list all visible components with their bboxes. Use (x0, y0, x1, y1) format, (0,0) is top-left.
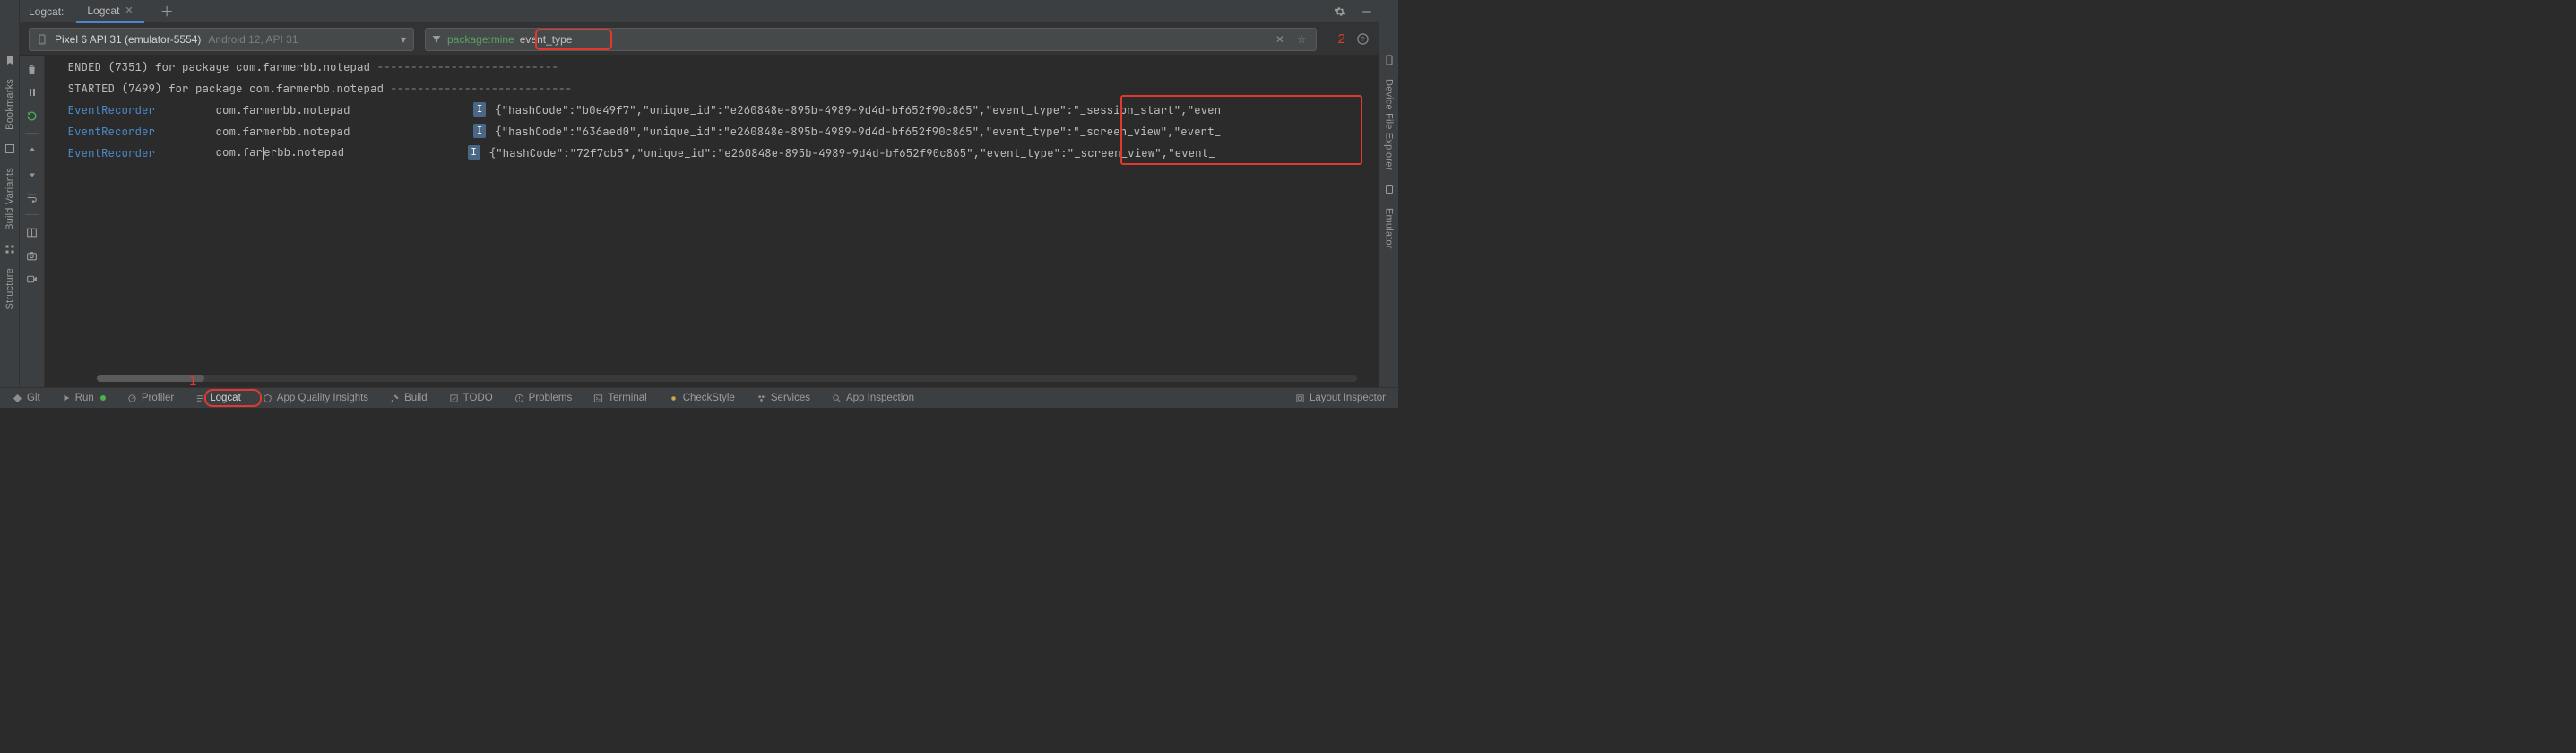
device-name: Pixel 6 API 31 (emulator-5554) (55, 33, 201, 46)
log-json: {"hashCode":"636aed0","unique_id":"e2608… (495, 124, 1221, 139)
tool-git[interactable]: Git (9, 391, 44, 405)
todo-icon (449, 394, 459, 403)
logcat-filter-input[interactable]: package:mine event_type ✕ ☆ (425, 28, 1317, 51)
bottom-tool-bar: Git Run Profiler Logcat App Quality Insi… (0, 387, 1398, 408)
tool-app-inspection[interactable]: App Inspection (828, 391, 918, 405)
rail-structure[interactable]: Structure (4, 268, 15, 309)
tool-terminal[interactable]: Terminal (590, 391, 650, 405)
tool-profiler[interactable]: Profiler (124, 391, 177, 405)
favorite-filter-icon[interactable]: ☆ (1293, 33, 1310, 46)
logcat-tab-strip: Logcat: Logcat ✕ ＋ (20, 0, 1379, 23)
right-tool-rail: Device File Explorer Emulator (1379, 0, 1398, 387)
rail-bookmarks[interactable]: Bookmarks (4, 79, 15, 130)
log-tag: EventRecorder (68, 102, 156, 117)
tool-run[interactable]: Run (58, 391, 109, 405)
filter-icon (431, 34, 442, 45)
screenshot-icon[interactable] (22, 246, 42, 265)
log-level-badge: I (468, 145, 480, 160)
tool-problems[interactable]: Problems (511, 391, 576, 405)
log-line: ENDED (7351) for package com.farmerbb.no… (45, 56, 1379, 77)
clear-logcat-icon[interactable] (22, 59, 42, 79)
device-subtitle: Android 12, API 31 (208, 33, 298, 46)
log-tag: EventRecorder (68, 145, 156, 160)
tool-layout-inspector[interactable]: Layout Inspector (1292, 391, 1389, 405)
log-json: {"hashCode":"72f7cb5","unique_id":"e2608… (489, 145, 1215, 160)
bookmark-icon[interactable] (4, 54, 16, 66)
split-icon[interactable] (22, 222, 42, 242)
restart-icon[interactable] (22, 106, 42, 126)
logcat-output[interactable]: ENDED (7351) for package com.farmerbb.no… (45, 56, 1379, 387)
clear-filter-icon[interactable]: ✕ (1272, 33, 1288, 46)
settings-icon[interactable] (1328, 2, 1352, 22)
rail-device-file-explorer[interactable]: Device File Explorer (1384, 79, 1395, 170)
phone-icon (37, 33, 48, 46)
filter-key: package:mine (447, 33, 514, 46)
svg-text:?: ? (1361, 35, 1364, 43)
tool-app-quality[interactable]: App Quality Insights (259, 391, 372, 405)
running-indicator (100, 395, 106, 401)
add-tab-button[interactable]: ＋ (155, 0, 179, 22)
annotation-label-1: 1 (189, 373, 196, 388)
filter-text: event_type (520, 33, 573, 46)
help-icon[interactable]: ? (1356, 32, 1370, 46)
log-line: EventRecorder com.farerbb.notepad I {"has… (45, 142, 1379, 163)
rail-emulator[interactable]: Emulator (1384, 208, 1395, 249)
git-icon (13, 394, 22, 403)
panel-title: Logcat: (29, 5, 64, 18)
horizontal-scrollbar[interactable] (97, 375, 1357, 382)
layout-inspector-icon (1295, 394, 1305, 403)
logcat-icon (195, 394, 205, 403)
app-inspection-icon (832, 394, 842, 403)
annotation-label-2: 2 (1338, 31, 1345, 47)
soft-wrap-icon[interactable] (22, 187, 42, 207)
left-tool-rail: Bookmarks Build Variants Structure (0, 0, 20, 387)
scrollbar-thumb[interactable] (97, 375, 204, 382)
variants-icon[interactable] (4, 143, 16, 155)
tool-todo[interactable]: TODO (445, 391, 497, 405)
screen-record-icon[interactable] (22, 269, 42, 289)
logcat-filter-row: Pixel 6 API 31 (emulator-5554) Android 1… (20, 23, 1379, 56)
structure-icon[interactable] (4, 243, 16, 255)
log-line: STARTED (7499) for package com.farmerbb.… (45, 77, 1379, 99)
log-tag: EventRecorder (68, 124, 156, 139)
device-explorer-icon[interactable] (1383, 54, 1396, 66)
rail-build-variants[interactable]: Build Variants (4, 168, 15, 230)
tab-logcat-label: Logcat (87, 4, 119, 17)
pause-icon[interactable] (22, 82, 42, 102)
log-package: com.farmerbb.notepad (216, 124, 350, 139)
tab-logcat[interactable]: Logcat ✕ (76, 0, 143, 23)
device-selector[interactable]: Pixel 6 API 31 (emulator-5554) Android 1… (29, 28, 414, 51)
profiler-icon (127, 394, 137, 403)
tool-checkstyle[interactable]: CheckStyle (665, 391, 739, 405)
log-package: com.farmerbb.notepad (216, 102, 350, 117)
app-quality-icon (263, 394, 272, 403)
terminal-icon (593, 394, 603, 403)
chevron-down-icon: ▾ (401, 33, 406, 46)
tool-build[interactable]: Build (386, 391, 431, 405)
close-icon[interactable]: ✕ (125, 4, 133, 16)
log-line: EventRecorder com.farmerbb.notepad I {"ha… (45, 120, 1379, 142)
log-level-badge: I (473, 102, 486, 117)
minimize-icon[interactable] (1355, 2, 1379, 22)
emulator-icon[interactable] (1383, 183, 1396, 195)
log-level-badge: I (473, 124, 486, 138)
tool-logcat[interactable]: Logcat (192, 391, 245, 405)
checkstyle-icon (669, 394, 679, 403)
log-line: EventRecorder com.farmerbb.notepad I {"ha… (45, 99, 1379, 120)
services-icon (756, 394, 766, 403)
run-icon (62, 394, 71, 402)
log-json: {"hashCode":"b0e49f7","unique_id":"e2608… (495, 102, 1221, 117)
scroll-up-icon[interactable] (22, 141, 42, 160)
scroll-down-icon[interactable] (22, 164, 42, 184)
problems-icon (514, 394, 524, 403)
log-package: com.farerbb.notepad (216, 144, 345, 160)
tool-services[interactable]: Services (753, 391, 814, 405)
build-icon (390, 394, 400, 403)
logcat-gutter (20, 56, 45, 387)
